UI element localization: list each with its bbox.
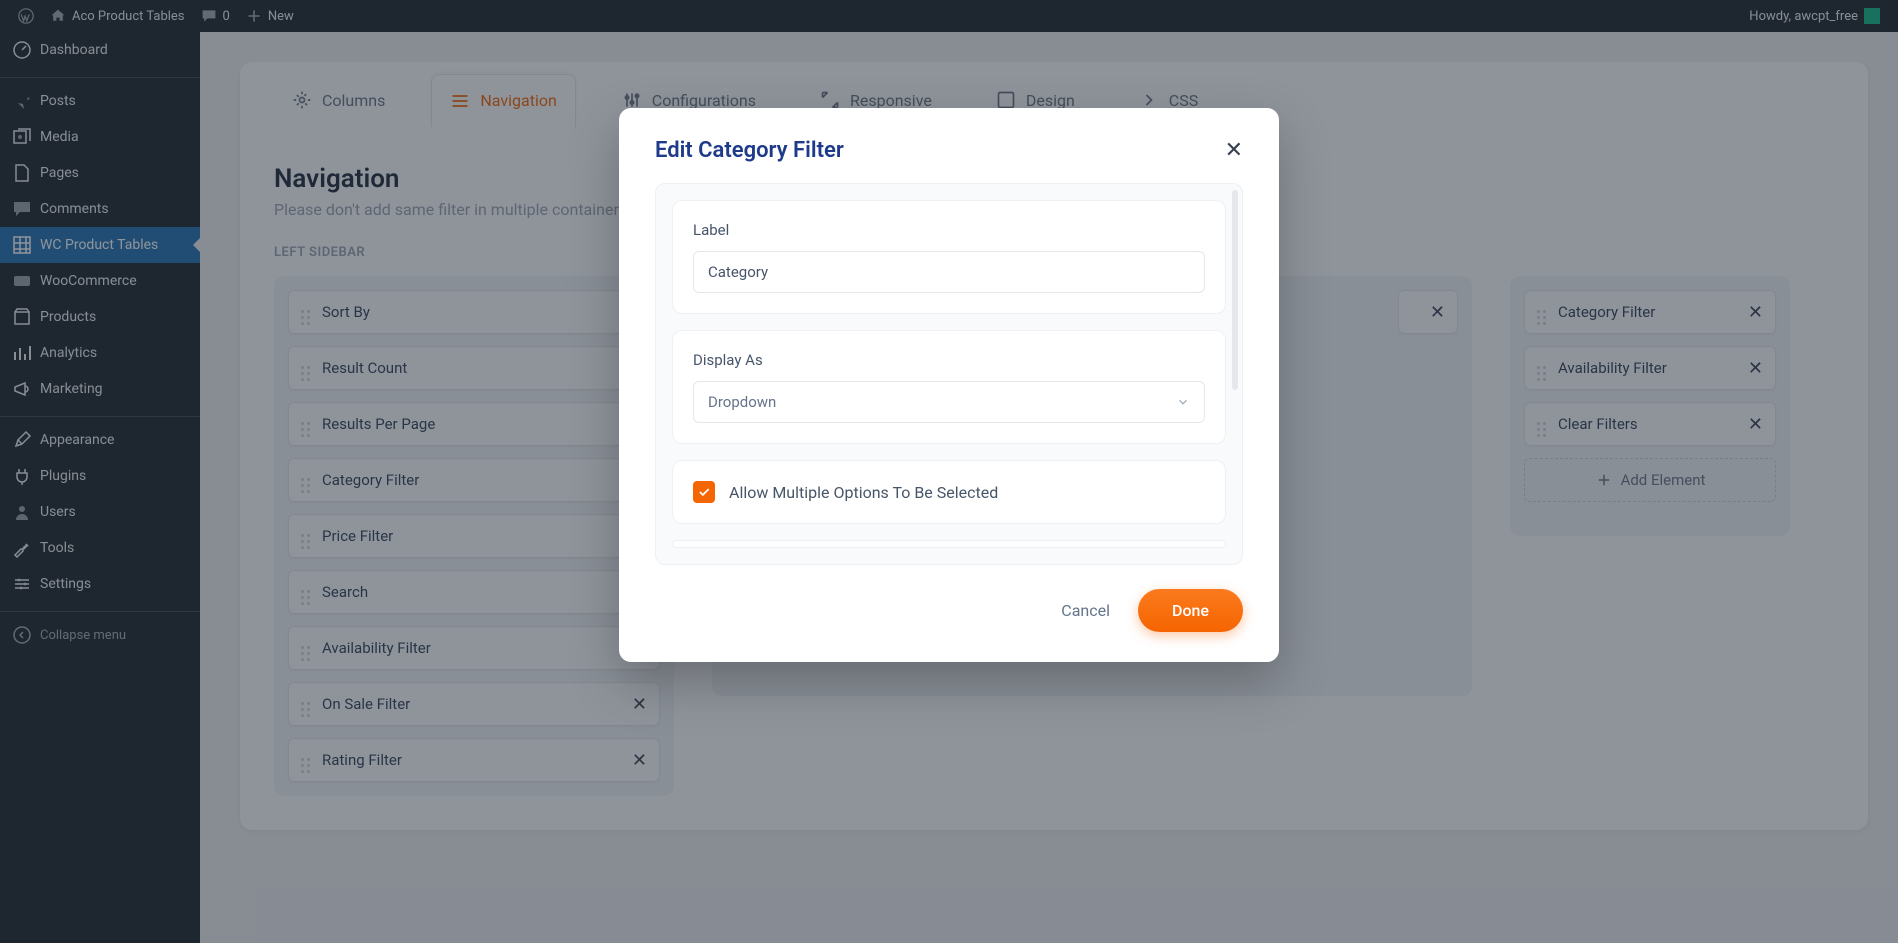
select-value: Dropdown bbox=[708, 393, 776, 411]
done-button[interactable]: Done bbox=[1138, 589, 1243, 632]
cancel-button[interactable]: Cancel bbox=[1061, 601, 1110, 620]
display-as-label: Display As bbox=[693, 351, 1205, 369]
label-field-label: Label bbox=[693, 221, 1205, 239]
modal-body: Label Display As Dropdown Allow Multiple… bbox=[655, 183, 1243, 565]
edit-category-filter-modal: Edit Category Filter ✕ Label Display As … bbox=[619, 108, 1279, 662]
modal-overlay[interactable]: Edit Category Filter ✕ Label Display As … bbox=[0, 0, 1898, 943]
modal-close-button[interactable]: ✕ bbox=[1225, 138, 1243, 163]
display-as-select[interactable]: Dropdown bbox=[693, 381, 1205, 423]
scrollbar[interactable] bbox=[1232, 190, 1238, 390]
check-icon bbox=[697, 485, 711, 499]
allow-multiple-checkbox[interactable] bbox=[693, 481, 715, 503]
chevron-down-icon bbox=[1176, 395, 1190, 409]
allow-multiple-label: Allow Multiple Options To Be Selected bbox=[729, 483, 998, 502]
label-input[interactable] bbox=[693, 251, 1205, 293]
modal-title: Edit Category Filter bbox=[655, 138, 844, 163]
